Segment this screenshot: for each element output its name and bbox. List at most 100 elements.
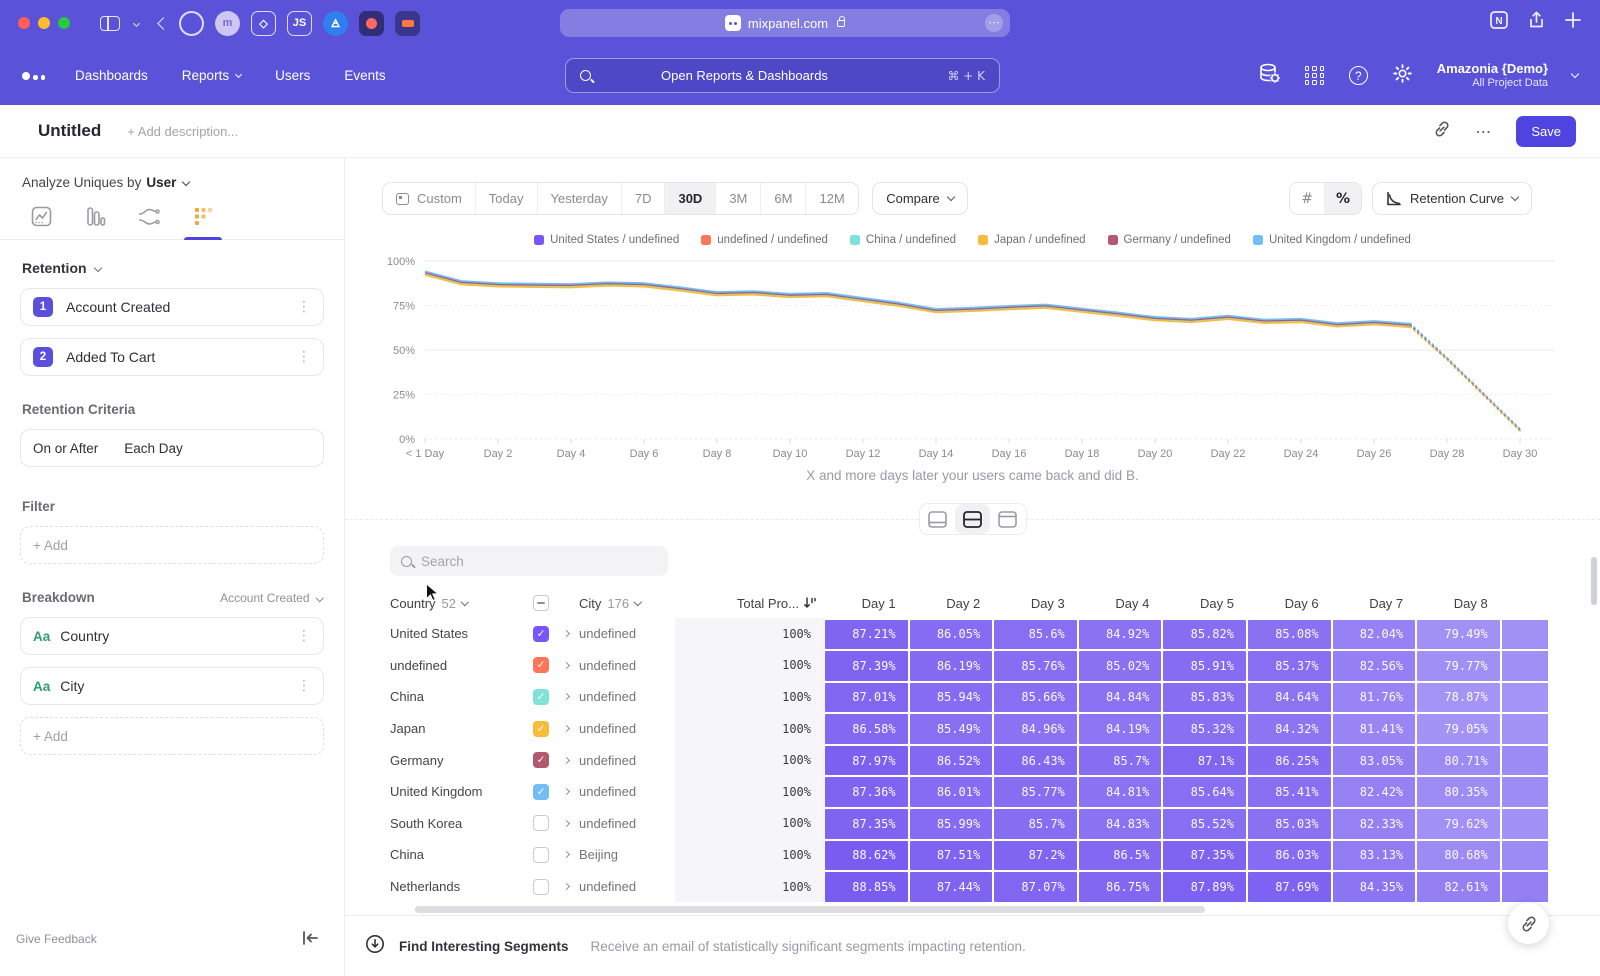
retention-cell[interactable]: 87.2% — [994, 841, 1077, 871]
breakdown-add-button[interactable]: + Add — [20, 717, 324, 755]
tab-flows[interactable] — [134, 206, 164, 239]
day-column-header[interactable]: Day 1 — [825, 596, 908, 611]
retention-cell[interactable]: 86.01% — [910, 777, 993, 807]
zoom-window-button[interactable] — [58, 17, 70, 29]
total-column-header[interactable]: Total Pro... — [675, 596, 825, 611]
retention-cell[interactable]: 88.85% — [825, 872, 908, 902]
retention-cell[interactable]: 84.64% — [1248, 683, 1331, 713]
retention-cell[interactable]: 80.71% — [1417, 746, 1500, 776]
row-checkbox[interactable]: ✓ — [533, 689, 549, 705]
vertical-scrollbar[interactable] — [1591, 557, 1597, 605]
retention-criteria-card[interactable]: On or After Each Day — [20, 429, 324, 467]
retention-cell[interactable]: 84.32% — [1248, 714, 1331, 744]
table-row[interactable]: ChinaBeijing100%88.62%87.51%87.2%86.5%87… — [345, 839, 1600, 871]
expand-row-icon[interactable] — [553, 758, 579, 763]
retention-cell[interactable]: 87.35% — [1163, 841, 1246, 871]
retention-section-label[interactable]: Retention — [22, 260, 322, 276]
retention-cell[interactable]: 86.05% — [910, 620, 993, 650]
day-column-header[interactable]: Day 8 — [1417, 596, 1500, 611]
legend-item[interactable]: United Kingdom / undefined — [1253, 234, 1411, 246]
retention-cell[interactable]: 87.01% — [825, 683, 908, 713]
legend-item[interactable]: Germany / undefined — [1108, 234, 1231, 246]
save-button[interactable]: Save — [1516, 116, 1576, 147]
retention-cell[interactable]: 85.7% — [994, 809, 1077, 839]
analyze-uniques-row[interactable]: Analyze Uniques byUser — [22, 175, 344, 190]
retention-cell[interactable]: 86.19% — [910, 651, 993, 681]
horizontal-scrollbar[interactable] — [415, 906, 1205, 913]
nav-item-dashboards[interactable]: Dashboards — [75, 68, 148, 83]
tab-retention[interactable] — [188, 206, 218, 239]
criteria-on-or-after[interactable]: On or After — [33, 441, 98, 456]
retention-cell[interactable]: 85.99% — [910, 809, 993, 839]
legend-item[interactable]: Japan / undefined — [978, 234, 1085, 246]
retention-cell[interactable]: 85.49% — [910, 714, 993, 744]
kebab-menu-icon[interactable]: ⋮ — [297, 349, 311, 365]
city-column-header[interactable]: City176 — [579, 596, 675, 611]
breakdown-card-country[interactable]: AaCountry⋮ — [20, 617, 324, 655]
retention-cell[interactable]: 85.52% — [1163, 809, 1246, 839]
retention-cell[interactable]: 85.32% — [1163, 714, 1246, 744]
country-cell[interactable]: United States — [345, 626, 533, 641]
mixpanel-logo[interactable] — [22, 72, 45, 80]
extension-icon-bird[interactable]: 🜁 — [323, 11, 348, 36]
legend-item[interactable]: China / undefined — [850, 234, 956, 246]
retention-cell[interactable]: 87.21% — [825, 620, 908, 650]
retention-cell[interactable]: 87.89% — [1163, 872, 1246, 902]
date-range-7d[interactable]: 7D — [621, 183, 665, 214]
table-row[interactable]: China✓undefined100%87.01%85.94%85.66%84.… — [345, 681, 1600, 713]
criteria-each-day[interactable]: Each Day — [124, 441, 183, 456]
filter-add-button[interactable]: + Add — [20, 526, 324, 564]
expand-row-icon[interactable] — [553, 694, 579, 699]
retention-cell[interactable]: 87.44% — [910, 872, 993, 902]
retention-cell[interactable]: 78.87% — [1417, 683, 1500, 713]
date-range-custom[interactable]: Custom — [383, 183, 475, 214]
row-checkbox[interactable] — [533, 815, 549, 831]
retention-cell[interactable]: 84.96% — [994, 714, 1077, 744]
retention-cell[interactable]: 87.97% — [825, 746, 908, 776]
retention-cell[interactable]: 84.92% — [1079, 620, 1162, 650]
row-checkbox[interactable]: ✓ — [533, 721, 549, 737]
day-column-header[interactable]: Day 7 — [1333, 596, 1416, 611]
country-cell[interactable]: United Kingdom — [345, 784, 533, 799]
report-title[interactable]: Untitled — [38, 121, 101, 141]
date-range-12m[interactable]: 12M — [805, 183, 857, 214]
extension-icon-soundcloud[interactable] — [395, 11, 420, 36]
retention-cell[interactable]: 84.19% — [1079, 714, 1162, 744]
retention-cell[interactable]: 85.03% — [1248, 809, 1331, 839]
retention-cell[interactable]: 87.36% — [825, 777, 908, 807]
retention-cell[interactable]: 85.82% — [1163, 620, 1246, 650]
url-bar[interactable]: mixpanel.com ⋯ — [560, 9, 1010, 37]
retention-cell[interactable]: 87.69% — [1248, 872, 1331, 902]
retention-cell[interactable]: 83.05% — [1333, 746, 1416, 776]
expand-row-icon[interactable] — [553, 821, 579, 826]
country-cell[interactable]: China — [345, 847, 533, 862]
open-reports-search[interactable]: Open Reports & Dashboards ⌘ + K — [565, 58, 1000, 93]
retention-chart[interactable]: 100%75%50%25%0%< 1 DayDay 2Day 4Day 6Day… — [370, 253, 1580, 470]
table-search[interactable] — [390, 546, 668, 576]
legend-item[interactable]: United States / undefined — [534, 234, 679, 246]
retention-cell[interactable]: 85.37% — [1248, 651, 1331, 681]
sidebar-toggle-icon[interactable] — [100, 16, 120, 31]
kebab-menu-icon[interactable]: ⋮ — [297, 678, 311, 694]
retention-cell[interactable]: 82.56% — [1333, 651, 1416, 681]
expand-row-icon[interactable] — [553, 663, 579, 668]
copy-link-icon[interactable] — [1433, 120, 1451, 143]
back-button[interactable] — [159, 19, 168, 28]
expand-row-icon[interactable] — [553, 884, 579, 889]
retention-cell[interactable]: 85.66% — [994, 683, 1077, 713]
retention-cell[interactable]: 82.42% — [1333, 777, 1416, 807]
retention-cell[interactable]: 85.76% — [994, 651, 1077, 681]
step-card-account-created[interactable]: 1Account Created⋮ — [20, 288, 324, 326]
table-row[interactable]: United Kingdom✓undefined100%87.36%86.01%… — [345, 776, 1600, 808]
apps-grid-icon[interactable] — [1305, 66, 1325, 85]
retention-cell[interactable]: 87.07% — [994, 872, 1077, 902]
breakdown-scope-selector[interactable]: Account Created — [220, 591, 322, 605]
table-row[interactable]: Japan✓undefined100%86.58%85.49%84.96%84.… — [345, 713, 1600, 745]
extension-icon-target[interactable] — [179, 11, 204, 36]
date-range-3m[interactable]: 3M — [715, 183, 760, 214]
new-tab-icon[interactable] — [1564, 11, 1582, 34]
collapse-sidebar-icon[interactable] — [302, 931, 318, 950]
segments-title[interactable]: Find Interesting Segments — [399, 939, 569, 954]
table-row[interactable]: South Koreaundefined100%87.35%85.99%85.7… — [345, 808, 1600, 840]
retention-cell[interactable]: 82.33% — [1333, 809, 1416, 839]
